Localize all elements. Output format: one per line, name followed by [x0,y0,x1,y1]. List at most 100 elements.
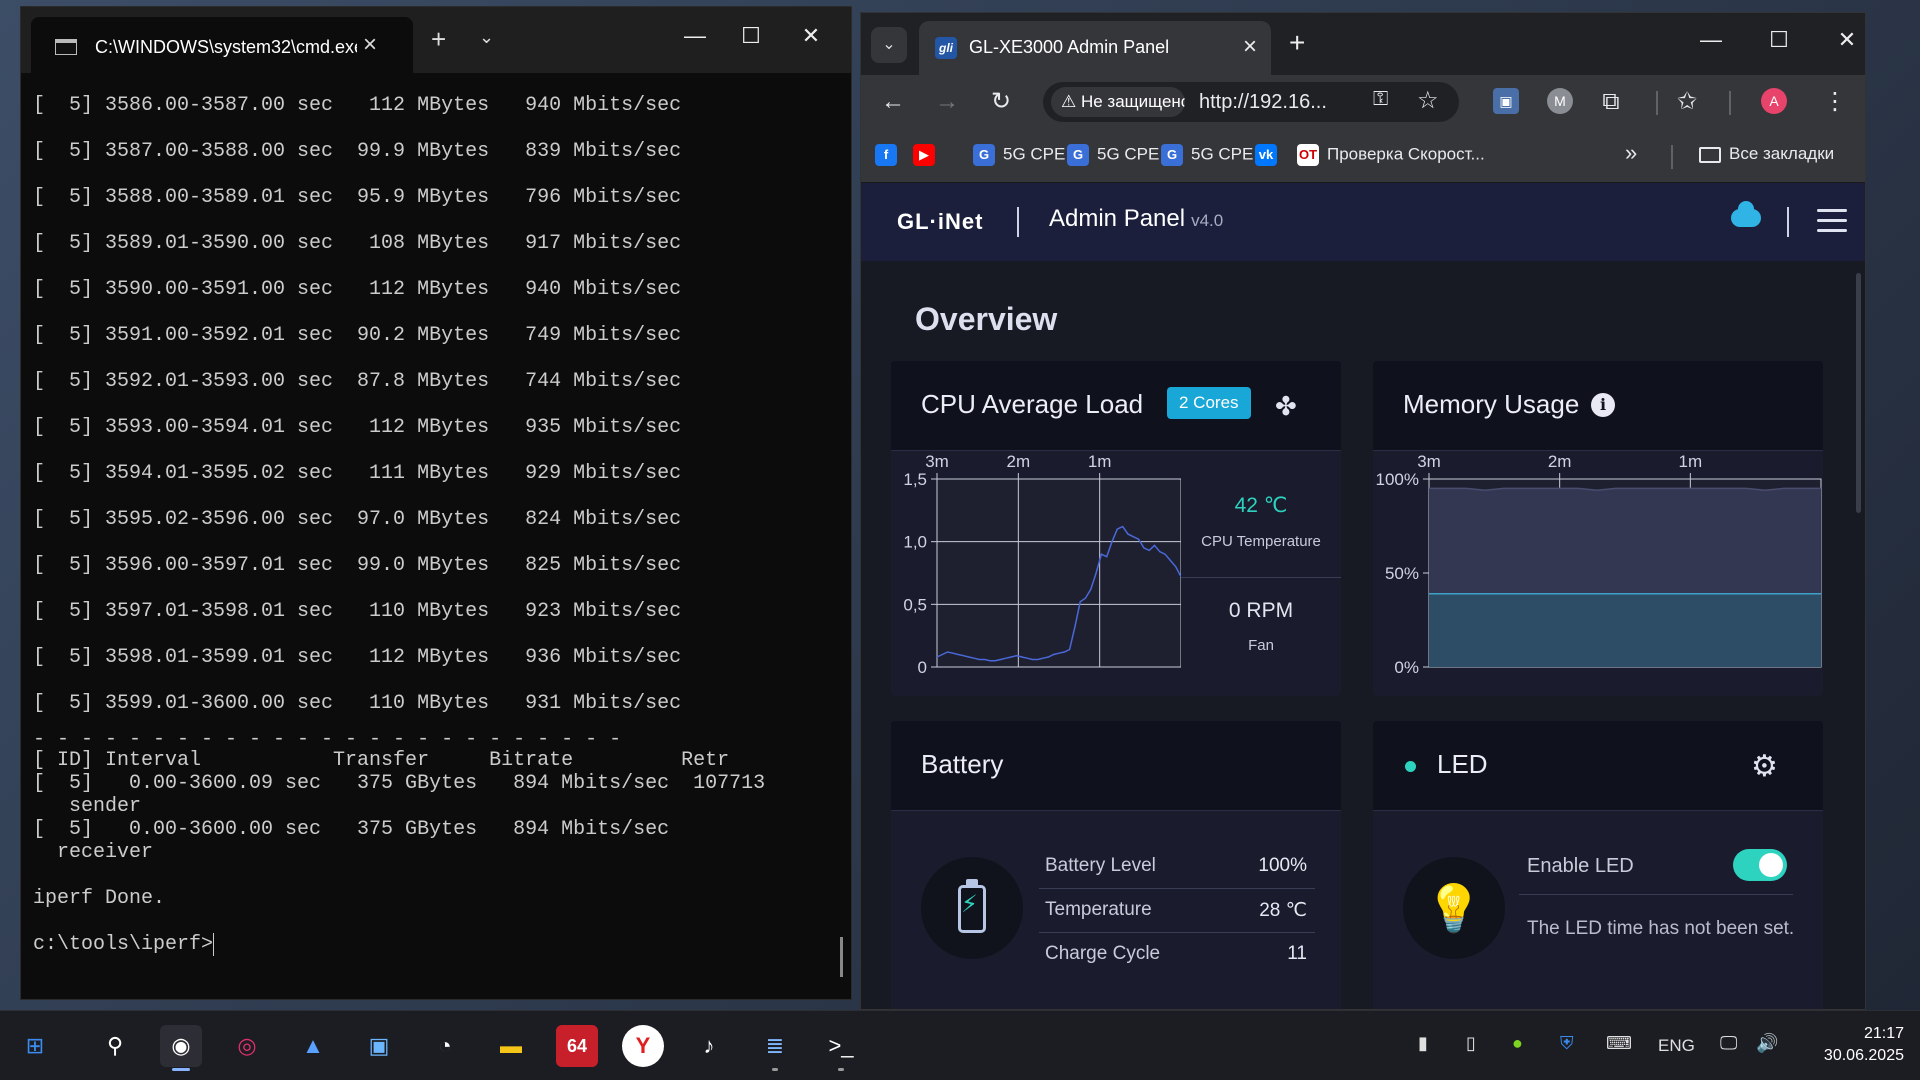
system-clock[interactable]: 21:17 30.06.2025 [1804,1023,1904,1067]
search-icon[interactable]: ⚲ [94,1025,136,1067]
gl-favicon-icon: G [1067,144,1089,166]
new-tab-button[interactable]: + [431,26,446,52]
forward-arrow-icon[interactable]: → [931,87,963,117]
cmd-summary-receiver-label: receiver [33,841,154,864]
cmd-summary-receiver: [ 5] 0.00-3600.00 sec 375 GBytes 894 Mbi… [33,818,670,841]
tiktok-icon[interactable]: ♪ [688,1025,730,1067]
bookmark-item[interactable]: vk [1255,144,1285,166]
chevron-down-icon[interactable]: ⌄ [479,27,494,48]
cmd-scrollbar[interactable] [840,937,843,977]
y-tick-label: 0 [918,658,927,677]
volume-icon[interactable]: 🔊 [1756,1033,1778,1054]
bookmark-star-icon[interactable]: ☆ [1417,86,1439,115]
aida64-icon[interactable]: 64 [556,1025,598,1067]
terminal-icon[interactable]: >_ [820,1025,862,1071]
close-tab-icon[interactable]: × [363,31,377,59]
browser-tab-admin-panel[interactable]: gli GL-XE3000 Admin Panel × [919,21,1271,75]
bookmark-item[interactable]: OT Проверка Скорост... [1297,144,1485,166]
minimize-button[interactable]: — [675,23,715,49]
speedometer-icon[interactable]: ◔ [424,1025,466,1067]
x-tick-label: 3m [925,452,949,471]
bookmark-item[interactable]: G 5G CPE [1161,144,1253,166]
new-tab-button[interactable]: + [1289,27,1305,59]
cpu-card-title: CPU Average Load [921,389,1144,419]
language-indicator[interactable]: ENG [1658,1036,1695,1056]
bookmarks-panel-icon[interactable]: ✩ [1671,87,1703,117]
cmd-done-text: iperf Done. [33,887,166,910]
all-bookmarks-button[interactable]: Все закладки [1699,144,1834,164]
cmd-titlebar[interactable]: C:\WINDOWS\system32\cmd.exe × + ⌄ — ☐ ✕ [21,7,851,73]
bookmark-label: 5G CPE [1097,144,1160,164]
youtube-icon: ▶ [913,144,935,166]
cmd-output-line: [ 5] 3586.00-3587.00 sec 112 MBytes 940 … [33,94,682,117]
back-arrow-icon[interactable]: ← [877,87,909,117]
address-bar[interactable]: ⚠ Не защищено http://192.16... ⚿ ☆ [1043,82,1459,122]
tray-app-icon[interactable]: ● [1512,1033,1523,1054]
start-icon[interactable]: ⊞ [14,1025,56,1067]
cmd-console[interactable]: [ 5] 3586.00-3587.00 sec 112 MBytes 940 … [21,73,851,999]
cmd-summary-sender: [ 5] 0.00-3600.09 sec 375 GBytes 894 Mbi… [33,772,766,795]
fan-settings-icon[interactable]: ✤ [1275,391,1297,422]
yandex-browser-icon[interactable]: Y [622,1025,664,1067]
more-bookmarks-icon[interactable]: » [1625,140,1637,166]
bookmark-item[interactable]: f [875,144,905,166]
close-window-button[interactable]: ✕ [1827,27,1867,53]
battery-row-value: 28 ℃ [1259,900,1307,921]
battery-tray-icon[interactable]: ▯ [1466,1033,1476,1054]
cmd-summary-header: [ ID] Interval Transfer Bitrate Retr [33,749,730,772]
file-explorer-icon[interactable]: ▬ [490,1025,532,1067]
memory-usage-card: Memory Usage i 100% 50% 0% 3m 2m 1m [1373,361,1823,696]
page-scrollbar[interactable] [1856,273,1861,513]
key-icon[interactable]: ⚿ [1373,88,1388,111]
minimize-button[interactable]: — [1691,27,1731,53]
puzzle-extensions-icon[interactable]: ⧉ [1595,87,1627,117]
cmd-tab[interactable]: C:\WINDOWS\system32\cmd.exe × [31,17,413,73]
photos-icon[interactable]: ▲ [292,1025,334,1067]
cmd-window[interactable]: C:\WINDOWS\system32\cmd.exe × + ⌄ — ☐ ✕ … [20,6,852,1000]
gear-icon[interactable]: ⚙ [1751,749,1778,784]
maximize-button[interactable]: ☐ [1759,27,1799,53]
network-icon[interactable]: 🖵 [1720,1033,1737,1054]
cmd-output-line: [ 5] 3587.00-3588.00 sec 99.9 MBytes 839… [33,140,682,163]
cloud-icon[interactable] [1731,201,1761,227]
enable-led-toggle[interactable] [1733,849,1787,881]
usb-device-icon[interactable]: ▮ [1418,1033,1428,1054]
led-card-title: LED [1437,749,1488,779]
info-icon[interactable]: i [1591,393,1615,417]
battery-row-label: Charge Cycle [1045,943,1161,964]
hamburger-menu-icon[interactable] [1817,209,1847,233]
close-window-button[interactable]: ✕ [791,23,831,49]
gl-inet-logo[interactable]: GL·iNet [897,209,983,235]
image-viewer-icon[interactable]: ▣ [358,1025,400,1067]
battery-row: Temperature 28 ℃ [1039,889,1315,933]
reload-icon[interactable]: ↻ [985,87,1017,117]
cmd-output-line: [ 5] 3597.01-3598.01 sec 110 MBytes 923 … [33,600,682,623]
bookmark-item[interactable]: G 5G CPE [1067,144,1159,166]
cores-badge: 2 Cores [1167,387,1251,419]
browser-window[interactable]: ⌄ gli GL-XE3000 Admin Panel × + — ☐ ✕ ← … [860,12,1866,1010]
notepad-icon[interactable]: ≣ [754,1025,796,1071]
bookmark-item[interactable]: ▶ [913,144,943,166]
y-tick-label: 0% [1394,658,1419,677]
cmd-output-line: [ 5] 3596.00-3597.01 sec 99.0 MBytes 825… [33,554,682,577]
cpu-load-card: CPU Average Load 2 Cores ✤ 1,5 1,0 0,5 0 3m 2… [891,361,1341,696]
keyboard-icon[interactable]: ⌨ [1606,1033,1632,1054]
browser-tabbar[interactable]: ⌄ gli GL-XE3000 Admin Panel × + — ☐ ✕ [861,13,1865,75]
chrome-icon[interactable]: ◉ [160,1025,202,1071]
extension-icon[interactable]: ▣ [1493,88,1519,114]
facebook-icon: f [875,144,897,166]
bookmark-item[interactable]: G 5G CPE [973,144,1065,166]
defender-shield-icon[interactable]: ⛨ [1560,1033,1574,1054]
tab-search-button[interactable]: ⌄ [871,27,907,63]
admin-panel-page: GL·iNet Admin Panel v4.0 Overview CPU Ave… [861,183,1865,1009]
cmd-output-line: [ 5] 3593.00-3594.01 sec 112 MBytes 935 … [33,416,682,439]
close-tab-icon[interactable]: × [1243,33,1257,61]
browser-tab-title: GL-XE3000 Admin Panel [969,37,1170,57]
cmd-prompt[interactable]: c:\tools\iperf> [33,933,839,956]
instagram-icon[interactable]: ◎ [226,1025,268,1067]
extension-m-icon[interactable]: M [1547,88,1573,114]
maximize-button[interactable]: ☐ [731,23,771,49]
profile-avatar[interactable]: A [1761,88,1787,114]
kebab-menu-icon[interactable]: ⋮ [1819,87,1851,117]
security-warning-chip[interactable]: ⚠ Не защищено [1051,87,1185,117]
